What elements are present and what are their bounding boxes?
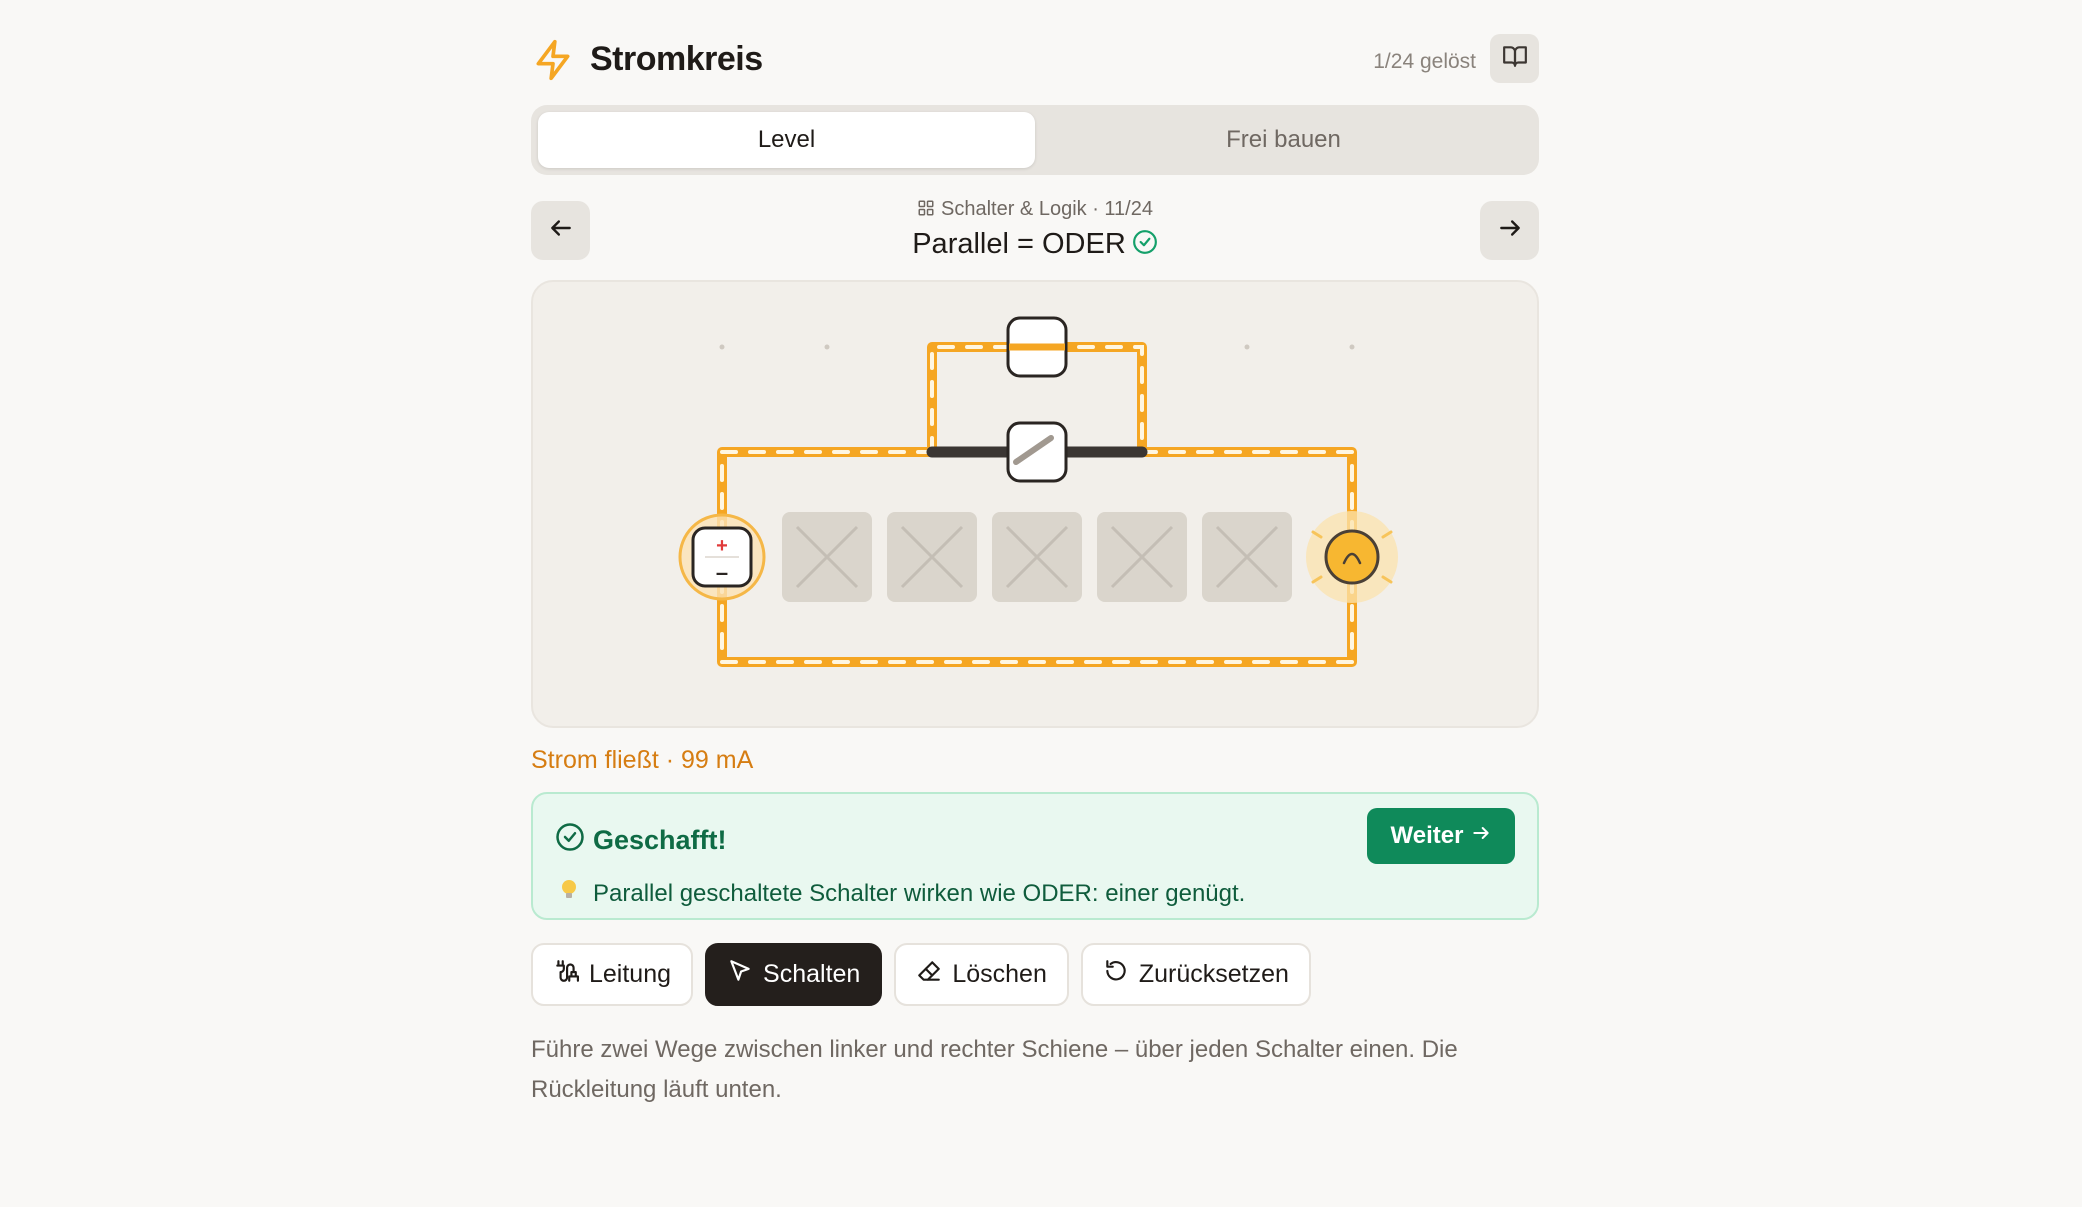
empty-slot[interactable] (1097, 512, 1187, 602)
check-circle-icon (1132, 229, 1158, 263)
hint-row: Parallel geschaltete Schalter wirken wie… (559, 878, 1245, 909)
level-meta: Schalter & Logik · 11/24 (531, 198, 1539, 223)
mode-tabs: Level Frei bauen (531, 105, 1539, 175)
next-level-button[interactable] (1480, 201, 1539, 260)
success-heading: Geschafft! (555, 822, 727, 859)
success-panel: Geschafft! Weiter Parallel geschaltete S… (531, 792, 1539, 920)
check-circle-icon (555, 822, 593, 859)
lamp-lit[interactable] (1306, 511, 1398, 603)
empty-slot[interactable] (1202, 512, 1292, 602)
circuit-board[interactable]: + – (531, 280, 1539, 728)
tool-wire[interactable]: Leitung (531, 943, 694, 1006)
tool-reset[interactable]: Zurücksetzen (1080, 943, 1311, 1006)
tool-wire-label: Leitung (589, 960, 672, 988)
lightbulb-icon (559, 878, 579, 909)
lightning-icon (531, 36, 575, 84)
tool-delete-label: Löschen (952, 960, 1047, 988)
app-title: Stromkreis (590, 40, 763, 78)
continue-button[interactable]: Weiter (1367, 808, 1515, 864)
tool-bar: Leitung Schalten Löschen Zurücksetzen (531, 943, 1311, 1006)
tool-switch[interactable]: Schalten (705, 943, 883, 1006)
hint-text: Parallel geschaltete Schalter wirken wie… (593, 879, 1246, 907)
tool-delete[interactable]: Löschen (894, 943, 1069, 1006)
switch-upper-closed[interactable] (1006, 316, 1068, 378)
level-description: Führe zwei Wege zwischen linker und rech… (531, 1036, 1458, 1103)
current-status: Strom fließt · 99 mA (531, 746, 754, 774)
tool-switch-label: Schalten (763, 960, 861, 988)
level-title: Parallel = ODER (912, 228, 1126, 260)
empty-slot[interactable] (887, 512, 977, 602)
switch-lower-open[interactable] (1006, 421, 1068, 483)
level-title-row: Parallel = ODER (531, 228, 1539, 263)
reset-icon (1103, 958, 1139, 991)
continue-label: Weiter (1390, 822, 1464, 849)
arrow-right-icon (1463, 822, 1491, 850)
grid-icon (917, 199, 935, 223)
tab-level[interactable]: Level (538, 112, 1035, 168)
success-title: Geschafft! (593, 825, 727, 855)
levels-book-button[interactable] (1490, 34, 1539, 83)
battery-plus: + (716, 535, 728, 557)
arrow-right-icon (1497, 215, 1523, 246)
book-icon (1502, 43, 1528, 74)
empty-slot[interactable] (782, 512, 872, 602)
header: Stromkreis 1/24 gelöst (531, 34, 1539, 90)
eraser-icon (916, 958, 952, 991)
tab-free-build[interactable]: Frei bauen (1035, 112, 1532, 168)
battery-minus: – (716, 560, 728, 585)
cursor-icon (727, 958, 763, 991)
wire-icon (553, 958, 589, 991)
empty-slot[interactable] (992, 512, 1082, 602)
battery[interactable]: + – (678, 513, 766, 601)
level-category: Schalter & Logik · 11/24 (941, 198, 1153, 220)
progress-counter: 1/24 gelöst (1373, 50, 1476, 73)
tool-reset-label: Zurücksetzen (1138, 960, 1289, 988)
